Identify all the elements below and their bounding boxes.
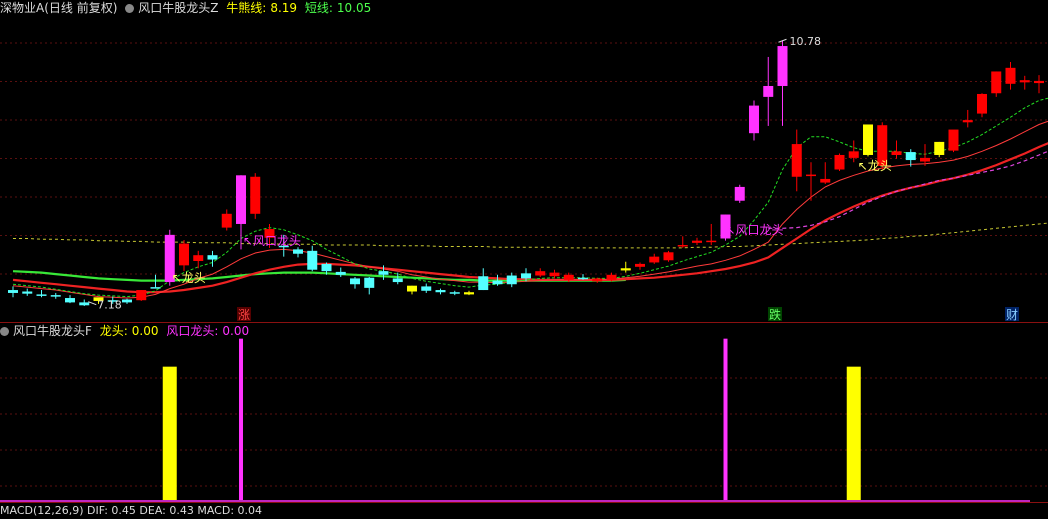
event-tag: 财 (1006, 308, 1018, 322)
candle-body (991, 71, 1002, 94)
candle-body (421, 286, 432, 291)
candle-body (1019, 80, 1030, 83)
candle-body (977, 93, 987, 114)
candle-body (706, 240, 717, 243)
candle-body (492, 280, 503, 285)
candle-body (863, 124, 873, 155)
candle-body (535, 271, 546, 276)
candle-body (677, 245, 688, 247)
candle-body (179, 243, 189, 266)
candle-body (962, 120, 973, 123)
candle-body (335, 271, 346, 275)
candle-body (806, 174, 816, 177)
candle-body (364, 277, 375, 288)
candle-body (663, 252, 674, 261)
candle-body (606, 274, 617, 280)
candle-body (834, 154, 845, 170)
candle-body (934, 141, 945, 155)
candle-body (136, 290, 147, 301)
longtou-bar (162, 366, 177, 500)
candle-body (948, 129, 959, 151)
candle-body (848, 151, 859, 158)
candle-body (150, 287, 161, 289)
candle-body (435, 290, 446, 293)
candle-body (891, 151, 902, 155)
longtou-bar (846, 366, 861, 500)
candle-body (820, 178, 831, 183)
candle-body (36, 294, 47, 296)
candle-body (350, 278, 360, 285)
candle-body (207, 255, 218, 260)
candle-body (193, 255, 204, 261)
fengkou-bar (723, 338, 728, 500)
candle-body (221, 213, 232, 228)
fengkou-tag: ↖风口龙头 (243, 234, 301, 248)
candle-body (592, 278, 603, 282)
candle-body (1005, 67, 1016, 84)
candle-body (791, 144, 802, 177)
longtou-tag: ↖龙头 (858, 159, 892, 173)
low-marker-label: 7.18 (97, 299, 122, 312)
longtou-tag: ↖龙头 (172, 271, 206, 285)
candle-body (763, 85, 774, 97)
candle-body (920, 157, 930, 162)
candle-body (521, 273, 531, 279)
candle-body (307, 250, 318, 270)
chart-canvas[interactable]: 10.78 7.18 ↖龙头 ↖龙头 ↖风口龙头 ↖风口龙头涨 跌 财 (0, 0, 1048, 512)
candle-body (236, 175, 246, 224)
candle-body (649, 256, 660, 263)
fengkou-tag: ↖风口龙头 (726, 223, 784, 237)
candle-body (392, 278, 403, 283)
candle-body (905, 152, 916, 161)
candle-body (293, 249, 303, 254)
candle-body (449, 292, 460, 294)
fengkou-bar (239, 338, 243, 500)
candle-body (22, 291, 33, 294)
candle-body (50, 295, 61, 297)
event-tag: 跌 (769, 307, 781, 322)
candle-body (478, 276, 489, 291)
candle-body (620, 268, 631, 271)
candle-body (1034, 80, 1044, 84)
candle-body (378, 271, 389, 275)
candle-body (749, 105, 759, 134)
candle-body (407, 285, 417, 292)
candle-body (250, 176, 261, 214)
candle-body (122, 299, 132, 303)
candle-body (734, 186, 745, 201)
event-tag: 涨 (238, 307, 250, 322)
high-marker-label: 10.78 (790, 35, 822, 48)
candle-body (79, 302, 90, 306)
candle-body (8, 290, 18, 293)
candle-body (506, 275, 517, 285)
candle-body (578, 277, 588, 280)
candle-body (692, 240, 702, 243)
candle-body (549, 272, 560, 277)
low-marker-arrow (88, 301, 97, 306)
candle-body (321, 263, 332, 272)
candle-body (563, 274, 574, 280)
candle-body (65, 298, 75, 303)
candle-body (635, 263, 645, 267)
candle-body (464, 292, 474, 295)
candle-body (777, 46, 788, 86)
magenta-dashed-line (768, 150, 1048, 229)
